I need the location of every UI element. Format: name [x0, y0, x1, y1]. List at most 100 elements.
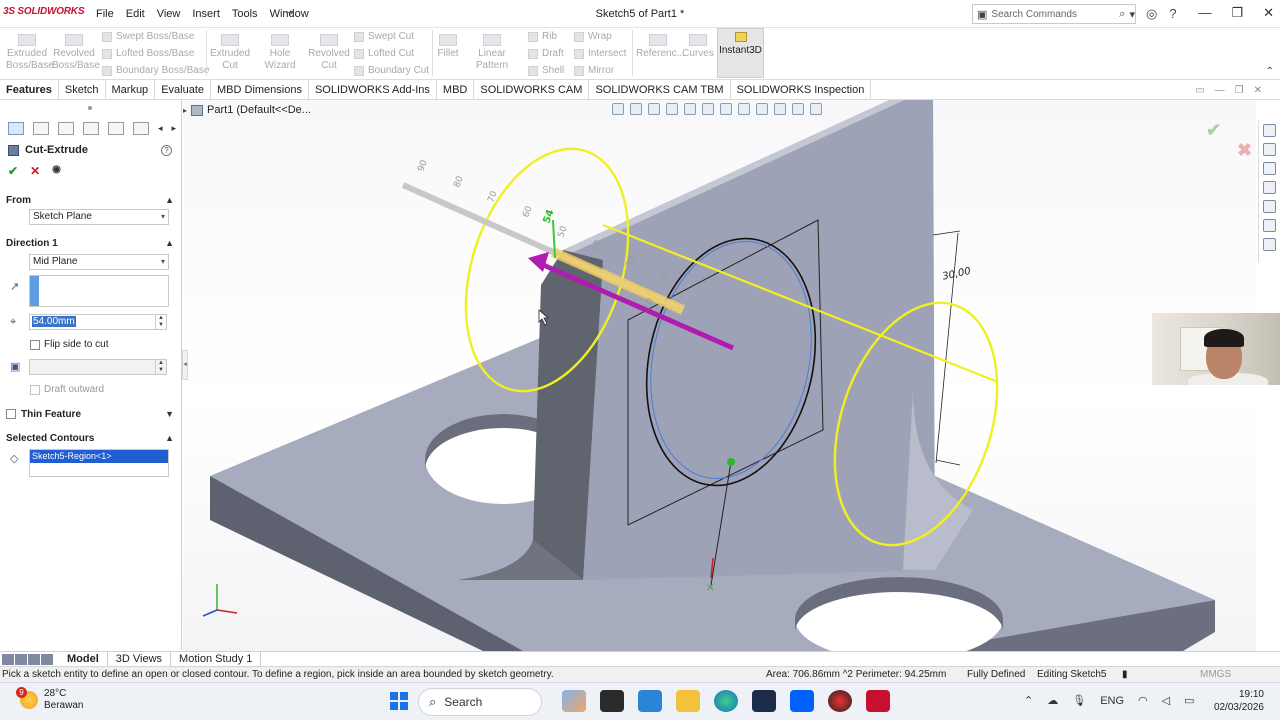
store-app-icon[interactable] — [638, 690, 662, 712]
start-button[interactable] — [390, 692, 408, 710]
view-settings-icon[interactable] — [792, 103, 804, 115]
graphics-area[interactable]: 30,00 90 80 70 60 54 50 40 30 20 10 ✕ ✔ … — [183, 100, 1256, 651]
spin-arrows-icon[interactable]: ▲ ▼ — [155, 360, 166, 374]
depth-input[interactable]: 54.00mm ▲ ▼ — [29, 314, 167, 330]
expand-down-icon[interactable]: ▼ — [165, 409, 174, 419]
tab-features[interactable]: Features — [0, 79, 59, 100]
menu-edit[interactable]: Edit — [126, 8, 145, 20]
microphone-icon[interactable]: 🎙 — [1072, 694, 1086, 707]
hide-show-icon[interactable] — [738, 103, 750, 115]
lofted-boss-button[interactable]: Lofted Boss/Base — [102, 48, 194, 59]
hole-wizard-button[interactable]: Hole Wizard — [254, 34, 306, 72]
task-view-icon[interactable] — [600, 690, 624, 712]
appearances-icon[interactable] — [1263, 200, 1276, 213]
thin-feature-checkbox[interactable]: Thin Feature — [6, 409, 81, 420]
search-commands-input[interactable]: ▣ Search Commands ⌕ ▾ — [972, 4, 1136, 24]
dimxpert-manager-tab[interactable] — [83, 121, 99, 135]
panel-grip-icon[interactable] — [88, 106, 92, 110]
dimension-label[interactable]: 30,00 — [942, 266, 972, 283]
curves-button[interactable]: Curves — [682, 34, 714, 60]
reference-geometry-button[interactable]: Referenc... — [636, 34, 685, 60]
minimize-icon[interactable]: — — [1198, 5, 1211, 21]
previous-view-icon[interactable] — [648, 103, 660, 115]
draft-button[interactable]: Draft — [528, 48, 564, 59]
display-manager-tab[interactable] — [108, 121, 124, 135]
wifi-icon[interactable]: ◠ — [1138, 694, 1148, 707]
property-manager-tab[interactable] — [33, 121, 49, 135]
direction-selection-box[interactable] — [29, 275, 169, 307]
flip-side-checkbox[interactable]: Flip side to cut — [30, 339, 108, 350]
pin-menu-icon[interactable]: ⇥ — [285, 6, 294, 19]
resources-icon[interactable] — [1263, 143, 1276, 156]
tab-solidworks-cam[interactable]: SOLIDWORKS CAM — [474, 79, 590, 100]
draft-angle-icon[interactable]: ▣ — [10, 360, 22, 373]
list-item[interactable]: Sketch5-Region<1> — [30, 450, 168, 463]
widgets-app-icon[interactable] — [562, 690, 586, 712]
configuration-manager-tab[interactable] — [58, 121, 74, 135]
boundary-cut-button[interactable]: Boundary Cut — [354, 65, 429, 76]
fillet-button[interactable]: Fillet — [436, 34, 460, 60]
section-from[interactable]: From ▲ — [0, 192, 182, 208]
view-orientation-icon[interactable] — [702, 103, 714, 115]
solidworks-app-icon[interactable] — [866, 690, 890, 712]
revolved-cut-button[interactable]: Revolved Cut — [308, 34, 350, 72]
panel-resize-handle[interactable]: ◂ — [182, 350, 188, 380]
rib-button[interactable]: Rib — [528, 31, 557, 42]
cam-manager-tab[interactable] — [133, 121, 149, 135]
unit-system[interactable]: MMGS — [1200, 669, 1231, 680]
swept-cut-button[interactable]: Swept Cut — [354, 31, 414, 42]
close-icon[interactable]: ✕ — [1263, 5, 1274, 21]
collapse-up-icon[interactable]: ▲ — [165, 433, 174, 443]
end-condition-select[interactable]: Mid Plane ▾ — [29, 254, 169, 270]
ok-button[interactable]: ✔ — [8, 164, 18, 178]
file-explorer-app-icon[interactable] — [676, 690, 700, 712]
expand-arrow-icon[interactable]: ▸ — [183, 106, 187, 115]
doc-restore-icon[interactable]: ❐ — [1235, 85, 1244, 96]
section-selected-contours[interactable]: Selected Contours ▲ — [0, 430, 182, 446]
selected-contours-list[interactable]: Sketch5-Region<1> — [29, 449, 169, 477]
prev-tab-icon[interactable] — [15, 653, 27, 665]
tabs-scroll-left-icon[interactable]: ◂ — [158, 123, 163, 134]
intersect-button[interactable]: Intersect — [574, 48, 626, 59]
draft-outward-checkbox[interactable]: Draft outward — [30, 384, 104, 395]
tab-sketch[interactable]: Sketch — [59, 79, 106, 100]
recorder-app-icon[interactable] — [828, 690, 852, 712]
network-status-icon[interactable]: ☁ — [1047, 694, 1058, 707]
confirm-corner-ok-icon[interactable]: ✔ — [1206, 120, 1221, 141]
section-thin-feature[interactable]: Thin Feature ▼ — [0, 406, 182, 422]
swept-boss-button[interactable]: Swept Boss/Base — [102, 31, 194, 42]
forum-icon[interactable] — [1263, 238, 1276, 251]
shell-button[interactable]: Shell — [528, 65, 564, 76]
spin-arrows-icon[interactable]: ▲ ▼ — [155, 315, 166, 329]
from-select[interactable]: Sketch Plane ▾ — [29, 209, 169, 225]
linear-pattern-button[interactable]: Linear Pattern — [462, 34, 522, 72]
tab-motion-study[interactable]: Motion Study 1 — [171, 652, 262, 666]
mirror-button[interactable]: Mirror — [574, 65, 614, 76]
instant3d-button[interactable]: Instant3D — [717, 28, 764, 78]
clock[interactable]: 19:10 02/03/2026 — [1212, 688, 1264, 714]
doc-minimize-icon[interactable]: — — [1215, 85, 1225, 96]
edit-appearance-icon[interactable] — [756, 103, 768, 115]
show-hidden-icons-icon[interactable]: ⌃ — [1024, 694, 1033, 707]
edge-browser-icon[interactable] — [714, 690, 738, 712]
language-indicator[interactable]: ENG — [1100, 695, 1124, 707]
tab-evaluate[interactable]: Evaluate — [155, 79, 211, 100]
revolved-boss-button[interactable]: Revolved Boss/Base — [52, 34, 100, 72]
extruded-boss-button[interactable]: Extruded Boss/Base — [6, 34, 54, 72]
menu-insert[interactable]: Insert — [192, 8, 220, 20]
rebuild-icon[interactable]: ▮ — [1122, 669, 1128, 680]
weather-widget[interactable]: 9 28°C Berawan — [16, 687, 83, 712]
chevron-down-icon[interactable]: ▾ — [1129, 8, 1135, 21]
detailed-preview-icon[interactable]: ◉ — [52, 164, 61, 178]
section-view-icon[interactable] — [666, 103, 678, 115]
restore-icon[interactable]: ❐ — [1231, 5, 1243, 21]
menu-view[interactable]: View — [157, 8, 181, 20]
lofted-cut-button[interactable]: Lofted Cut — [354, 48, 414, 59]
battery-icon[interactable]: ▭ — [1184, 694, 1194, 707]
menu-tools[interactable]: Tools — [232, 8, 258, 20]
user-account-icon[interactable]: ◎ — [1146, 6, 1157, 22]
tab-markup[interactable]: Markup — [106, 79, 156, 100]
menu-file[interactable]: File — [96, 8, 114, 20]
feature-manager-tab[interactable] — [8, 121, 24, 135]
next-tab-icon[interactable] — [28, 653, 40, 665]
